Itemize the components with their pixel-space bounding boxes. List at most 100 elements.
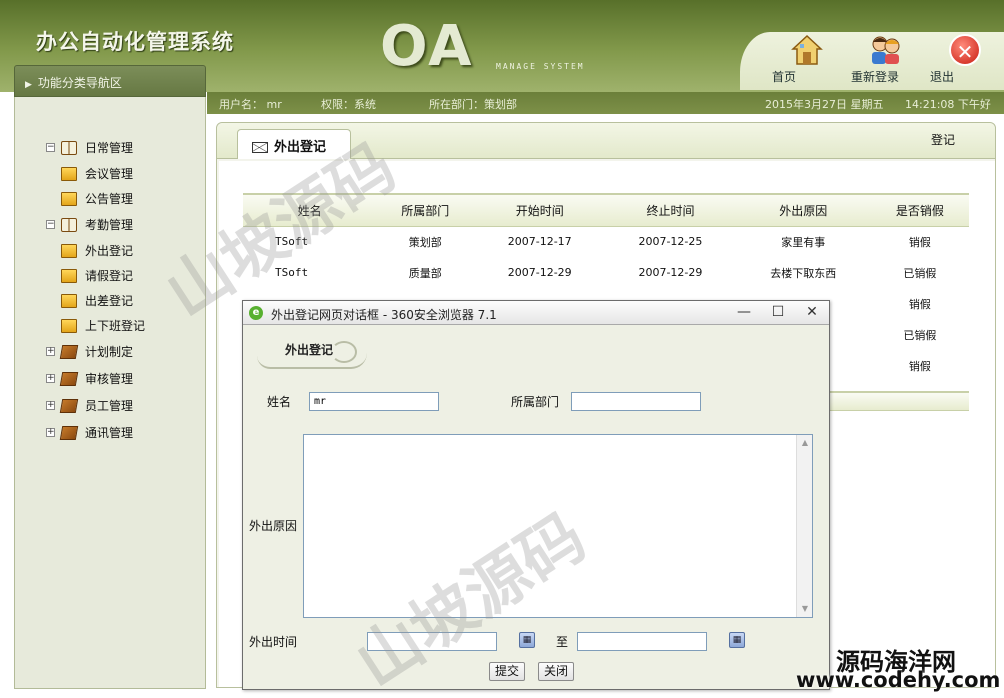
- calendar-icon[interactable]: ▦: [729, 632, 745, 648]
- cell-end: 2007-12-25: [638, 235, 703, 249]
- closed-book-icon: [59, 398, 79, 413]
- cell-start: 2007-12-17: [507, 235, 572, 249]
- exit-button[interactable]: ✕ 退出: [930, 34, 1000, 84]
- folder-icon: [61, 318, 77, 333]
- nav-label: 员工管理: [85, 399, 134, 413]
- oa-logo: OA: [380, 14, 474, 79]
- nav-label: 会议管理: [85, 167, 134, 181]
- table-row[interactable]: TSoft 策划部 2007-12-17 2007-12-25 家里有事 销假: [243, 226, 969, 257]
- users-icon: [851, 34, 921, 68]
- minimize-button[interactable]: —: [727, 301, 761, 324]
- folder-icon: [61, 293, 77, 308]
- cell-status-link[interactable]: 销假: [871, 350, 969, 381]
- nav-item-notice[interactable]: 公告管理: [61, 190, 133, 207]
- collapse-toggle-icon[interactable]: −: [46, 220, 55, 229]
- time-text: 14:21:08 下午好: [905, 98, 991, 111]
- user-info-bar: 用户名： mr 权限：系统 所在部门：策划部 2015年3月27日 星期五 14…: [207, 92, 1004, 114]
- close-button[interactable]: 关闭: [538, 662, 574, 681]
- collapse-toggle-icon[interactable]: −: [46, 143, 55, 152]
- expand-toggle-icon[interactable]: +: [46, 347, 55, 356]
- nav-label: 审核管理: [85, 372, 134, 386]
- nav-item-clock-in[interactable]: 上下班登记: [61, 317, 145, 334]
- nav-label: 日常管理: [85, 141, 134, 155]
- nav-label: 外出登记: [85, 244, 134, 258]
- nav-group-daily[interactable]: − 日常管理: [46, 139, 133, 156]
- nav-item-meeting[interactable]: 会议管理: [61, 165, 133, 182]
- col-header-reason: 外出原因: [735, 193, 871, 227]
- nav-group-planning[interactable]: + 计划制定: [46, 343, 133, 360]
- reason-textarea[interactable]: ▲ ▼: [303, 434, 813, 618]
- col-header-name: 姓名: [243, 193, 377, 227]
- folder-icon: [61, 268, 77, 283]
- submit-button[interactable]: 提交: [489, 662, 525, 681]
- tab-label: 外出登记: [274, 140, 327, 155]
- col-header-end: 终止时间: [605, 193, 736, 227]
- dialog-heading: 外出登记: [285, 343, 334, 357]
- expand-toggle-icon[interactable]: +: [46, 374, 55, 383]
- browser-360-icon: e: [249, 306, 263, 320]
- table-row[interactable]: TSoft 质量部 2007-12-29 2007-12-29 去楼下取东西 已…: [243, 257, 969, 288]
- to-label: 至: [556, 635, 569, 649]
- cell-status-link[interactable]: 销假: [871, 288, 969, 319]
- cell-status-link[interactable]: 销假: [871, 226, 969, 257]
- cell-name: TSoft: [275, 235, 309, 249]
- home-button[interactable]: 首页: [772, 34, 842, 84]
- swirl-ornament-icon: [331, 341, 357, 363]
- house-icon: [772, 34, 842, 68]
- expand-toggle-icon[interactable]: +: [46, 428, 55, 437]
- nav-group-staff[interactable]: + 员工管理: [46, 397, 133, 414]
- calendar-icon[interactable]: ▦: [519, 632, 535, 648]
- nav-group-attendance[interactable]: − 考勤管理: [46, 216, 133, 233]
- maximize-button[interactable]: ☐: [761, 301, 795, 324]
- folder-icon: [61, 243, 77, 258]
- name-label: 姓名: [267, 395, 292, 409]
- nav-group-contacts[interactable]: + 通讯管理: [46, 424, 133, 441]
- relogin-button[interactable]: 重新登录: [851, 34, 921, 84]
- dept-field[interactable]: [571, 392, 701, 411]
- time-label: 外出时间: [249, 635, 298, 649]
- scroll-down-arrow-icon[interactable]: ▼: [798, 602, 812, 616]
- textarea-scrollbar[interactable]: ▲ ▼: [796, 435, 812, 617]
- nav-label: 考勤管理: [85, 218, 134, 232]
- col-header-start: 开始时间: [474, 193, 606, 227]
- top-toolbar: 首页 重新登录 ✕ 退出: [740, 32, 1004, 90]
- end-time-field[interactable]: [577, 632, 707, 651]
- cell-dept: 策划部: [408, 235, 442, 249]
- open-book-icon: [61, 140, 77, 155]
- cell-reason: 家里有事: [781, 235, 826, 249]
- nav-item-outing[interactable]: 外出登记: [61, 242, 133, 259]
- nav-group-review[interactable]: + 审核管理: [46, 370, 133, 387]
- cell-reason: 去楼下取东西: [770, 266, 837, 280]
- nav-item-leave[interactable]: 请假登记: [61, 267, 133, 284]
- dialog-heading-decoration: 外出登记: [257, 339, 367, 373]
- start-time-field[interactable]: [367, 632, 497, 651]
- dialog-titlebar[interactable]: e 外出登记网页对话框 - 360安全浏览器 7.1 — ☐ ✕: [243, 301, 829, 325]
- exit-label: 退出: [930, 70, 955, 84]
- triangle-right-icon: ▶: [25, 80, 32, 90]
- col-header-status: 是否销假: [870, 193, 969, 227]
- home-label: 首页: [772, 70, 797, 84]
- scroll-up-arrow-icon[interactable]: ▲: [798, 436, 812, 450]
- nav-header-label: 功能分类导航区: [37, 76, 122, 90]
- name-field[interactable]: [309, 392, 439, 411]
- relogin-label: 重新登录: [851, 70, 900, 84]
- closed-book-icon: [59, 425, 79, 440]
- closed-book-icon: [59, 371, 79, 386]
- cell-end: 2007-12-29: [638, 266, 703, 279]
- logo-subtitle: MANAGE SYSTEM: [496, 62, 585, 71]
- register-link[interactable]: 登记: [931, 131, 955, 148]
- envelope-icon: [252, 142, 268, 153]
- dept-label: 所属部门: [511, 395, 560, 409]
- col-header-dept: 所属部门: [376, 193, 475, 227]
- expand-toggle-icon[interactable]: +: [46, 401, 55, 410]
- tab-outing-register[interactable]: 外出登记: [237, 129, 351, 159]
- closed-book-icon: [59, 344, 79, 359]
- nav-label: 请假登记: [85, 269, 134, 283]
- outing-register-dialog: e 外出登记网页对话框 - 360安全浏览器 7.1 — ☐ ✕ 外出登记 姓名…: [242, 300, 830, 690]
- close-window-button[interactable]: ✕: [795, 301, 829, 324]
- nav-header: ▶ 功能分类导航区: [14, 65, 206, 97]
- folder-icon: [61, 166, 77, 181]
- cell-start: 2007-12-29: [507, 266, 572, 279]
- reason-label: 外出原因: [249, 519, 298, 533]
- nav-item-business-trip[interactable]: 出差登记: [61, 292, 133, 309]
